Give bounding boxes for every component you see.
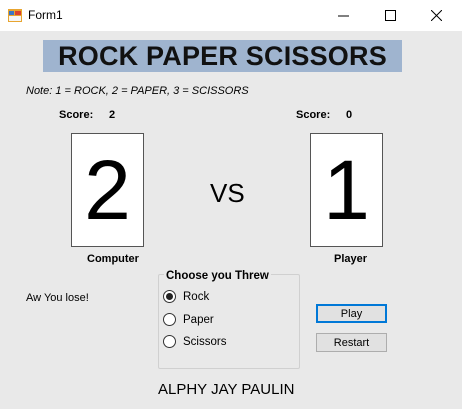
radio-circle[interactable]	[163, 290, 176, 303]
play-button[interactable]: Play	[316, 304, 387, 323]
result-message: Aw You lose!	[26, 292, 89, 304]
winforms-app-icon	[8, 9, 22, 22]
player-label: Player	[334, 253, 368, 265]
close-button[interactable]	[413, 0, 459, 31]
radio-label: Scissors	[183, 335, 227, 348]
game-title-banner: ROCK PAPER SCISSORS	[43, 40, 402, 72]
radio-paper[interactable]: Paper	[163, 313, 214, 326]
maximize-button[interactable]	[367, 0, 413, 31]
close-icon	[430, 10, 442, 21]
versus-label: VS	[210, 178, 245, 208]
player-choice-display: 1	[310, 133, 383, 247]
radio-selected-dot	[166, 293, 173, 300]
radio-circle[interactable]	[163, 313, 176, 326]
window-title: Form1	[28, 8, 63, 22]
computer-label: Computer	[87, 253, 139, 265]
computer-choice-display: 2	[71, 133, 144, 247]
radio-circle[interactable]	[163, 335, 176, 348]
maximize-icon	[384, 10, 396, 21]
player-score-label: Score:	[296, 109, 331, 121]
computer-score-label: Score:	[59, 109, 94, 121]
radio-label: Paper	[183, 313, 214, 326]
choice-group-title: Choose you Threw	[164, 270, 271, 282]
computer-score-value: 2	[109, 109, 116, 121]
radio-scissors[interactable]: Scissors	[163, 335, 226, 348]
minimize-icon	[337, 15, 349, 17]
radio-rock[interactable]: Rock	[163, 290, 209, 303]
author-label: ALPHY JAY PAULIN	[158, 381, 295, 398]
legend-note: Note: 1 = ROCK, 2 = PAPER, 3 = SCISSORS	[26, 85, 249, 97]
minimize-button[interactable]	[320, 0, 366, 31]
restart-button[interactable]: Restart	[316, 333, 387, 352]
radio-label: Rock	[183, 290, 210, 303]
player-score-value: 0	[346, 109, 353, 121]
